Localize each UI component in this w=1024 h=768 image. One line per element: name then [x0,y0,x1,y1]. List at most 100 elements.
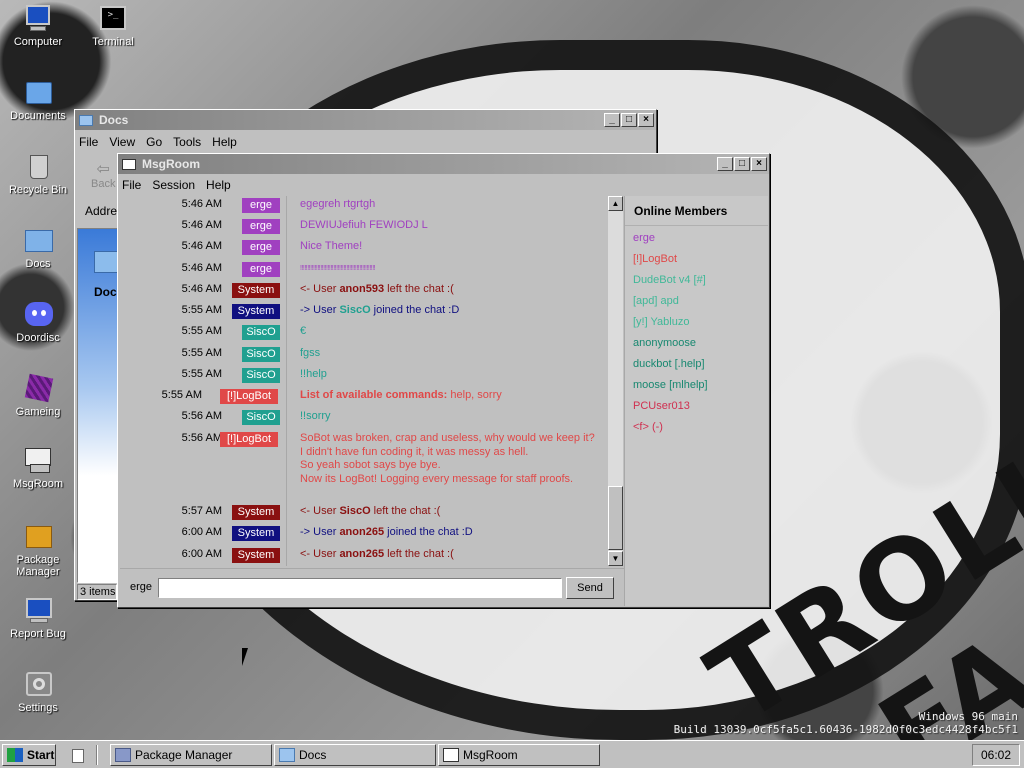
member-list: erge [!]LogBot DudeBot v4 [#] [apd] apd … [625,226,768,438]
start-label: Start [27,748,55,762]
desktop-icon-label: Gameing [15,406,61,418]
close-button[interactable]: × [638,113,654,127]
desktop-icon-package-manager[interactable]: Package Manager [4,522,72,578]
menu-view[interactable]: View [109,135,135,149]
taskbar-item-label: Docs [299,748,327,762]
user-badge: System [232,548,280,563]
member-item[interactable]: anonymoose [625,333,768,354]
message-input[interactable] [158,578,562,598]
scroll-thumb[interactable] [608,486,623,550]
docs-titlebar[interactable]: Docs _ □ × [75,110,656,130]
documents-icon [22,78,54,108]
message-text: !!!!!!!!!!!!!!!!!!!!!!!!!!!!!!!!!!!!!!!!… [300,265,376,272]
member-item[interactable]: DudeBot v4 [#] [625,270,768,291]
docs-menubar: File View Go Tools Help [75,132,656,152]
desktop-icon-label: Terminal [92,36,134,48]
message-time: 5:55 AM [161,389,202,401]
msgroom-titlebar[interactable]: MsgRoom _ □ × [118,154,769,174]
settings-icon [22,670,54,700]
desktop-icon-label: MsgRoom [12,478,64,490]
message-text: <- User SiscO left the chat :( [300,505,441,517]
menu-help[interactable]: Help [206,178,231,192]
desktop-icon-terminal[interactable]: >_ Terminal [79,4,147,48]
desktop-icon-settings[interactable]: Settings [4,670,72,714]
menu-go[interactable]: Go [146,135,162,149]
desktop-icon-label: Documents [10,110,66,122]
menu-file[interactable]: File [122,178,141,192]
taskbar-divider [96,745,98,765]
message-time: 5:46 AM [181,198,222,210]
close-button[interactable]: × [751,157,767,171]
desktop-icon-computer[interactable]: Computer [4,4,72,48]
taskbar-item-docs[interactable]: Docs [274,744,436,766]
desktop-icon-doordisc[interactable]: Doordisc [4,300,72,344]
send-button[interactable]: Send [566,577,614,599]
minimize-button[interactable]: _ [717,157,733,171]
chat-message: 5:55 AM SiscO !!help [122,368,608,386]
maximize-button[interactable]: □ [734,157,750,171]
clock[interactable]: 06:02 [972,744,1020,766]
member-item[interactable]: [apd] apd [625,291,768,312]
message-time: 5:46 AM [181,283,222,295]
chat-message: 5:46 AM System <- User anon593 left the … [122,283,608,301]
chat-log[interactable]: 5:46 AM erge egegreh rtgrtgh 5:46 AM erg… [122,196,608,566]
menu-file[interactable]: File [79,135,98,149]
member-item[interactable]: [y!] Yabluzo [625,312,768,333]
menu-help[interactable]: Help [212,135,237,149]
chat-scrollbar[interactable]: ▲ ▼ [608,196,623,566]
start-button[interactable]: Start [2,744,56,766]
doordisc-icon [22,300,54,330]
minimize-button[interactable]: _ [604,113,620,127]
build-watermark: Windows 96 main Build 13039.0cf5fa5c1.60… [674,710,1018,736]
menu-session[interactable]: Session [152,178,195,192]
taskbar-item-package-manager[interactable]: Package Manager [110,744,272,766]
user-badge: System [232,283,280,298]
chat-message: 6:00 AM System -> User anon265 joined th… [122,526,608,544]
scroll-down-button[interactable]: ▼ [608,551,623,566]
member-item[interactable]: PCUser013 [625,396,768,417]
package-icon [115,748,131,762]
message-time: 5:46 AM [181,240,222,252]
user-badge: System [232,526,280,541]
user-badge: [!]LogBot [220,389,278,404]
desktop-icon-report-bug[interactable]: Report Bug [4,596,72,640]
member-item[interactable]: duckbot [.help] [625,354,768,375]
message-time: 5:56 AM [181,432,222,444]
docs-sidepanel: Docs [77,228,123,583]
chat-icon [443,748,459,762]
chat-message: 5:55 AM SiscO € [122,325,608,343]
folder-icon [79,114,93,126]
taskbar-item-label: Package Manager [135,748,233,762]
desktop-icon-documents[interactable]: Documents [4,78,72,122]
desktop-icon-label: Report Bug [10,628,66,640]
desktop-icon-recycle-bin[interactable]: Recycle Bin [4,152,72,196]
member-item[interactable]: <f> (-) [625,417,768,438]
back-button[interactable]: ⇦ Back [91,162,115,191]
chat-message: 5:55 AM System -> User SiscO joined the … [122,304,608,322]
menu-tools[interactable]: Tools [173,135,201,149]
desktop-icon-msgroom[interactable]: MsgRoom [4,446,72,490]
desktop-icon-docs[interactable]: Docs [4,226,72,270]
chat-message: 5:46 AM erge Nice Theme! [122,240,608,258]
message-text: !!sorry [300,410,331,422]
desktop-icon-label: Computer [13,36,63,48]
desktop-icon-gameing[interactable]: Gameing [4,373,72,418]
member-item[interactable]: moose [mlhelp] [625,375,768,396]
chat-message: 5:56 AM SiscO !!sorry [122,410,608,428]
message-text: Nice Theme! [300,240,363,252]
message-line: Now its LogBot! Logging every message fo… [300,472,574,485]
member-item[interactable]: [!]LogBot [625,249,768,270]
taskbar-item-msgroom[interactable]: MsgRoom [438,744,600,766]
user-badge: [!]LogBot [220,432,278,447]
maximize-button[interactable]: □ [621,113,637,127]
msgroom-window[interactable]: MsgRoom _ □ × File Session Help 5:46 AM … [117,153,770,608]
quick-launch-icon[interactable] [72,749,84,763]
chat-message: 5:57 AM System <- User SiscO left the ch… [122,505,608,523]
member-item[interactable]: erge [625,228,768,249]
message-text: List of available commands: help, sorry [300,389,502,401]
message-time: 5:46 AM [181,219,222,231]
message-text: !!help [300,368,327,380]
scroll-up-button[interactable]: ▲ [608,196,623,211]
message-text: -> User SiscO joined the chat :D [300,304,460,316]
user-badge: System [232,505,280,520]
